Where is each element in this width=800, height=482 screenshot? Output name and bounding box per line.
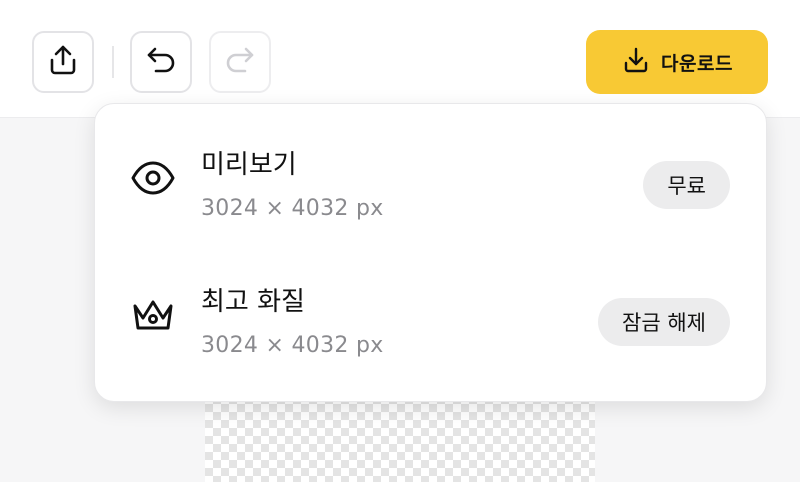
option-resolution: 3024 × 4032 px [201,196,384,221]
unlock-button[interactable]: 잠금 해제 [598,298,730,346]
redo-icon [222,42,258,82]
option-title: 미리보기 [201,150,297,180]
option-preview[interactable]: 미리보기 3024 × 4032 px 무료 [95,104,766,221]
download-button[interactable]: 다운로드 [586,30,768,94]
top-toolbar: 다운로드 [0,0,800,118]
option-resolution: 3024 × 4032 px [201,333,384,358]
free-button[interactable]: 무료 [643,161,730,209]
crown-icon [129,291,177,339]
download-icon [621,45,651,79]
download-options-menu: 미리보기 3024 × 4032 px 무료 최고 화질 3024 × 4032… [94,103,767,402]
share-upload-icon [45,42,81,82]
option-best-quality[interactable]: 최고 화질 3024 × 4032 px 잠금 해제 [95,241,766,358]
eye-icon [129,154,177,202]
redo-button[interactable] [209,31,271,93]
download-label: 다운로드 [661,52,733,75]
toolbar-divider [112,46,114,78]
undo-icon [143,42,179,82]
undo-button[interactable] [130,31,192,93]
share-button[interactable] [32,31,94,93]
option-title: 최고 화질 [201,287,305,317]
